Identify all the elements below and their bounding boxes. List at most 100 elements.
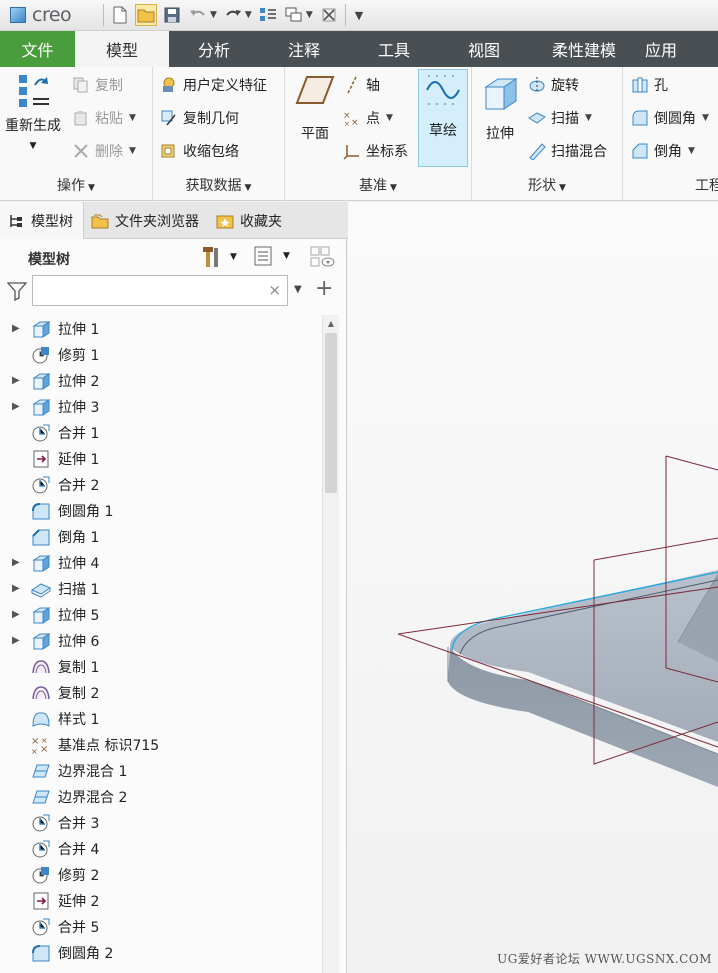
scroll-up-icon[interactable]: ▲ (323, 315, 339, 331)
tree-columns-button[interactable]: ▼ (253, 245, 290, 267)
clear-search-icon[interactable]: × (268, 281, 281, 299)
tree-item[interactable]: 合并 5 (0, 913, 322, 939)
tree-scrollbar[interactable]: ▲ (322, 315, 339, 973)
tab-model-tree[interactable]: 模型树 (0, 202, 84, 239)
swept-blend-button[interactable]: 扫描混合 (528, 138, 607, 164)
udf-button[interactable]: 用户定义特征 (160, 72, 267, 98)
tab-flexible-modeling[interactable]: 柔性建模 (529, 31, 639, 67)
save-icon[interactable] (161, 4, 183, 26)
tree-item[interactable]: 修剪 2 (0, 861, 322, 887)
delete-button[interactable]: 删除 ▼ (72, 138, 136, 164)
tree-item[interactable]: 延伸 1 (0, 445, 322, 471)
redo-icon[interactable] (222, 4, 244, 26)
tree-item[interactable]: 样式 1 (0, 705, 322, 731)
tree-item[interactable]: ▶ 拉伸 4 (0, 549, 322, 575)
engineering-group-menu[interactable]: 工程 (695, 175, 718, 195)
part-body[interactable] (447, 570, 718, 787)
tree-filter-display-button[interactable] (309, 245, 335, 269)
datum-point-button[interactable]: × × × 点 ▼ (343, 105, 393, 131)
paste-button[interactable]: 粘贴 ▼ (72, 105, 136, 131)
tree-settings-button[interactable]: ▼ (200, 245, 237, 269)
get-data-group-menu[interactable]: 获取数据 ▼ (153, 175, 284, 195)
tab-model[interactable]: 模型 (75, 31, 169, 67)
tree-item[interactable]: 复制 1 (0, 653, 322, 679)
tree-item[interactable]: ▶ 拉伸 6 (0, 627, 322, 653)
tab-annotate[interactable]: 注释 (259, 31, 349, 67)
tree-item[interactable]: 合并 1 (0, 419, 322, 445)
search-dropdown-icon[interactable]: ▼ (294, 284, 302, 295)
round-dropdown-icon[interactable]: ▼ (702, 113, 709, 123)
tree-item[interactable]: 倒角 1 (0, 523, 322, 549)
round-button[interactable]: 倒圆角 ▼ (631, 105, 709, 131)
datum-axis-button[interactable]: 轴 (343, 72, 380, 98)
coordinate-system-button[interactable]: 坐标系 (343, 138, 408, 164)
tree-item[interactable]: 合并 2 (0, 471, 322, 497)
customize-qat-icon[interactable]: ▼ (355, 9, 363, 22)
expand-arrow-icon[interactable]: ▶ (12, 635, 20, 646)
redo-dropdown-icon[interactable]: ▼ (245, 10, 252, 20)
windows-dropdown-icon[interactable]: ▼ (306, 10, 313, 20)
tab-applications[interactable]: 应用 (639, 31, 703, 67)
tree-item[interactable]: 复制 2 (0, 679, 322, 705)
chamfer-button[interactable]: 倒角 ▼ (631, 138, 695, 164)
sweep-dropdown-icon[interactable]: ▼ (585, 113, 592, 123)
tree-item[interactable]: 修剪 1 (0, 341, 322, 367)
tree-item[interactable]: 合并 4 (0, 835, 322, 861)
tree-item[interactable]: 边界混合 1 (0, 757, 322, 783)
shrinkwrap-button[interactable]: 收缩包络 (160, 138, 239, 164)
tree-item[interactable]: 边界混合 2 (0, 783, 322, 809)
tree-search-input[interactable] (33, 276, 258, 305)
windows-icon[interactable] (283, 4, 305, 26)
hole-button[interactable]: 孔 (631, 72, 668, 98)
datum-group-menu[interactable]: 基准 ▼ (285, 175, 471, 195)
tree-item[interactable]: 倒圆角 1 (0, 497, 322, 523)
tree-item[interactable]: ▶ 拉伸 5 (0, 601, 322, 627)
sweep-button[interactable]: 扫描 ▼ (528, 105, 592, 131)
shapes-group-menu[interactable]: 形状 ▼ (472, 175, 622, 195)
datum-point-dropdown-icon[interactable]: ▼ (386, 113, 393, 123)
tree-settings-dropdown-icon[interactable]: ▼ (230, 252, 237, 262)
tree-item[interactable]: × × × × 基准点 标识715 (0, 731, 322, 757)
tab-folder-browser[interactable]: 文件夹浏览器 (84, 202, 209, 239)
tree-item[interactable]: ▶ 扫描 1 (0, 575, 322, 601)
graphics-window[interactable]: UG爱好者论坛 WWW.UGSNX.COM (348, 202, 718, 973)
copy-geometry-button[interactable]: 复制几何 (160, 105, 239, 131)
tab-analysis[interactable]: 分析 (169, 31, 259, 67)
add-filter-icon[interactable]: + (315, 276, 333, 301)
tab-favorites[interactable]: 收藏夹 (209, 202, 292, 239)
expand-arrow-icon[interactable]: ▶ (12, 609, 20, 620)
copy-button[interactable]: 复制 (72, 72, 123, 98)
delete-dropdown-icon[interactable]: ▼ (129, 146, 136, 156)
chamfer-dropdown-icon[interactable]: ▼ (688, 146, 695, 156)
expand-arrow-icon[interactable]: ▶ (12, 583, 20, 594)
expand-arrow-icon[interactable]: ▶ (12, 323, 20, 334)
filter-icon[interactable] (7, 281, 27, 301)
close-window-icon[interactable] (318, 4, 340, 26)
scroll-thumb[interactable] (325, 333, 337, 493)
tree-item[interactable]: 延伸 2 (0, 887, 322, 913)
tree-item[interactable]: ▶ 拉伸 1 (0, 315, 322, 341)
tab-tools[interactable]: 工具 (349, 31, 439, 67)
expand-arrow-icon[interactable]: ▶ (12, 375, 20, 386)
tab-view[interactable]: 视图 (439, 31, 529, 67)
tree-item[interactable]: 合并 3 (0, 809, 322, 835)
revolve-button[interactable]: 旋转 (528, 72, 579, 98)
undo-dropdown-icon[interactable]: ▼ (210, 10, 217, 20)
expand-arrow-icon[interactable]: ▶ (12, 401, 20, 412)
undo-icon[interactable] (187, 4, 209, 26)
tree-columns-dropdown-icon[interactable]: ▼ (283, 251, 290, 261)
regenerate-icon[interactable] (257, 4, 279, 26)
tree-item[interactable]: ▶ 拉伸 3 (0, 393, 322, 419)
tree-item[interactable]: 倒圆角 2 (0, 939, 322, 965)
new-file-icon[interactable] (109, 4, 131, 26)
extrude-button[interactable]: 拉伸 (476, 73, 524, 153)
paste-dropdown-icon[interactable]: ▼ (129, 113, 136, 123)
datum-plane-button[interactable]: 平面 (289, 73, 341, 153)
operations-group-menu[interactable]: 操作 ▼ (0, 175, 152, 195)
tab-file[interactable]: 文件 (0, 31, 75, 67)
expand-arrow-icon[interactable]: ▶ (12, 557, 20, 568)
regenerate-button[interactable]: 重新生成 ▼ (2, 71, 64, 161)
regenerate-dropdown-icon[interactable]: ▼ (30, 141, 37, 151)
sketch-button[interactable]: 草绘 (418, 69, 468, 167)
open-folder-icon[interactable] (135, 4, 157, 26)
